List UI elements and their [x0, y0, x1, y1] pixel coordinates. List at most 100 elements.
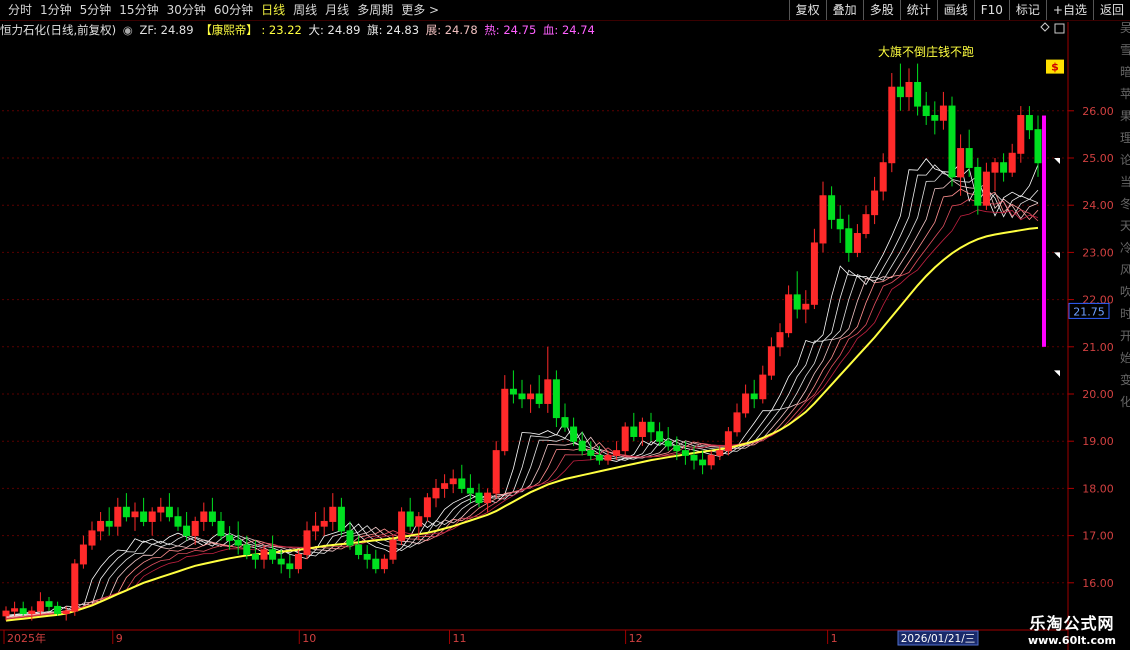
candle-body: [62, 610, 70, 614]
axis-label: 18.00: [1082, 482, 1114, 495]
candle-body: [1025, 115, 1033, 131]
candle-body: [991, 162, 999, 173]
candle-body: [613, 450, 621, 456]
annotation-text: 大旗不倒庄钱不跑: [878, 44, 974, 59]
candle-body: [535, 393, 543, 404]
candle-body: [269, 549, 277, 560]
candle-body: [871, 190, 879, 216]
candle-body: [277, 558, 285, 565]
candle-body: [595, 454, 603, 461]
candle-body: [552, 379, 560, 419]
candle-body: [54, 605, 62, 614]
candle-body: [810, 242, 818, 305]
candle-body: [879, 162, 887, 192]
candle-body: [372, 558, 380, 570]
candle-body: [174, 516, 182, 527]
candle-body: [355, 544, 363, 555]
candle-body: [329, 506, 337, 522]
candle-body: [707, 454, 715, 466]
candle-body: [183, 525, 191, 537]
candle-body: [432, 487, 440, 499]
candle-body: [767, 346, 775, 376]
edge-char: 果: [1120, 109, 1130, 123]
candle-body: [802, 303, 810, 310]
marker-triangle: [1054, 158, 1060, 164]
candle-body: [965, 148, 973, 168]
candle-body: [1000, 162, 1008, 173]
date-label: 9: [116, 632, 123, 645]
candle-body: [604, 454, 612, 461]
candle-body: [509, 388, 517, 395]
watermark-url: www.60lt.com: [1027, 634, 1116, 647]
candle-body: [638, 421, 646, 437]
candle-body: [974, 166, 982, 206]
candle-body: [845, 228, 853, 253]
candle-body: [888, 86, 896, 164]
candle-body: [1034, 129, 1042, 164]
axis-label: 20.00: [1082, 388, 1114, 401]
candle-body: [105, 520, 113, 527]
candle-body: [449, 478, 457, 485]
candle-body: [2, 610, 10, 617]
candle-body: [363, 553, 371, 560]
candle-body: [578, 440, 586, 452]
candle-body: [647, 421, 655, 433]
date-label: 1: [831, 632, 838, 645]
candle-body: [423, 497, 431, 518]
watermark-title: 乐淘公式网: [1029, 614, 1115, 633]
candle-body: [501, 388, 509, 452]
candle-body: [699, 459, 707, 466]
candle-body: [148, 511, 156, 522]
candle-body: [527, 393, 535, 400]
edge-char: 理: [1120, 131, 1130, 145]
axis-label: 17.00: [1082, 530, 1114, 543]
candle-body: [294, 553, 302, 570]
candle-body: [226, 535, 234, 541]
candle-body: [914, 81, 922, 107]
candle-body: [191, 520, 199, 537]
edge-char: 苹: [1120, 87, 1130, 101]
edge-char: 暗: [1120, 64, 1130, 79]
candle-body: [1008, 152, 1016, 173]
candle-body: [45, 601, 53, 607]
edge-char: 冷: [1120, 241, 1130, 255]
candle-body: [441, 483, 449, 489]
candle-body: [621, 426, 629, 452]
candle-body: [793, 294, 801, 310]
diamond-icon[interactable]: [1040, 22, 1050, 32]
edge-char: 化: [1120, 395, 1130, 409]
window-icon[interactable]: [1054, 23, 1065, 34]
candle-body: [217, 520, 225, 537]
candle-body: [750, 393, 758, 400]
candle-body: [28, 610, 36, 614]
candle-body: [681, 450, 689, 456]
edge-char: 吹: [1120, 285, 1130, 299]
candle-body: [398, 511, 406, 541]
candle-body: [19, 608, 27, 614]
axis-label: 21.00: [1082, 341, 1114, 354]
candle-body: [243, 544, 251, 555]
candle-body: [905, 81, 913, 98]
candle-body: [286, 563, 294, 570]
candle-body: [71, 563, 79, 612]
edge-char: 始: [1120, 351, 1130, 365]
candle-body: [836, 218, 844, 230]
current-price-label: 21.75: [1073, 305, 1105, 318]
edge-char: 吴: [1120, 21, 1130, 35]
candle-body: [785, 294, 793, 334]
candle-body: [570, 426, 578, 442]
candle-body: [982, 171, 990, 206]
marker-triangle: [1054, 252, 1060, 259]
candle-body: [716, 450, 724, 456]
date-label: 2025年: [7, 631, 46, 645]
candle-body: [492, 450, 500, 494]
date-label: 11: [452, 632, 466, 645]
candle-body: [458, 478, 466, 489]
candle-body: [234, 539, 242, 546]
candle-body: [11, 608, 19, 612]
candle-body: [140, 511, 148, 522]
axis-label: 16.00: [1082, 577, 1114, 590]
candle-body: [733, 412, 741, 433]
edge-char: 当: [1120, 175, 1130, 189]
kline-chart[interactable]: 26.0025.0024.0023.0022.0021.0020.0019.00…: [0, 0, 1130, 650]
